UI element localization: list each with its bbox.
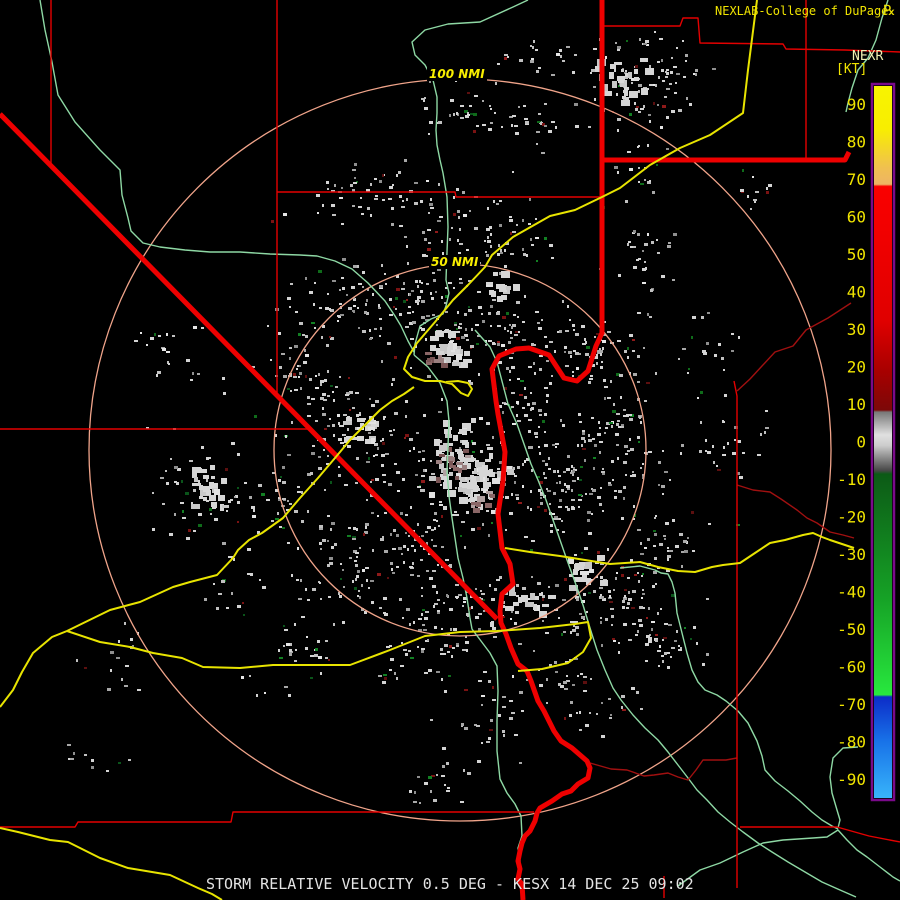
colorbar-tick-label: 70: [847, 170, 866, 189]
units-label: [KT]: [836, 62, 868, 77]
roads-yellow: [0, 0, 855, 900]
colorbar-tick-label: 40: [847, 283, 866, 302]
colorbar-tick-label: 50: [847, 245, 866, 264]
range-ring-label: 50 NMI: [429, 255, 481, 269]
colorbar-tick-label: -40: [837, 582, 866, 601]
status-bar: STORM RELATIVE VELOCITY 0.5 DEG - KESX 1…: [206, 875, 694, 893]
velocity-colorbar: 90 80 70 60 50 40 30 20 10 0 -10 -20 -30 -40 -50 -60 -70…: [837, 82, 896, 802]
colorbar-tick-label: 60: [847, 208, 866, 227]
colorbar-gradient: [874, 86, 892, 798]
colorbar-tick-label: 10: [847, 395, 866, 414]
colorbar-tick-label: -80: [837, 732, 866, 751]
colorbar-tick-label: -20: [837, 507, 866, 526]
colorbar-tick-label: 0: [856, 433, 866, 452]
colorbar-tick-label: -10: [837, 470, 866, 489]
colorbar-tick-label: -50: [837, 620, 866, 639]
nexlab-logo-icon: ℞: [883, 3, 896, 19]
colorbar-tick-label: 20: [847, 358, 866, 377]
colorbar-tick-label: -70: [837, 695, 866, 714]
radar-velocity-field: [67, 31, 772, 804]
colorbar-tick-label: 90: [847, 95, 866, 114]
colorbar-tick-label: 80: [847, 133, 866, 152]
brand-title: NEXLAB-College of DuPage: [715, 4, 889, 18]
colorbar-tick-label: -60: [837, 657, 866, 676]
radar-display: 90 80 70 60 50 40 30 20 10 0 -10 -20 -30 -40 -50 -60 -70…: [0, 0, 900, 900]
colorbar-tick-label: -90: [837, 770, 866, 789]
colorbar-tick-label: -30: [837, 545, 866, 564]
radar-map-canvas: 90 80 70 60 50 40 30 20 10 0 -10 -20 -30 -40 -50 -60 -70…: [0, 0, 900, 900]
rivers-green: [39, 0, 900, 898]
range-ring-label: 100 NMI: [427, 67, 487, 81]
colorbar-tick-label: 30: [847, 320, 866, 339]
